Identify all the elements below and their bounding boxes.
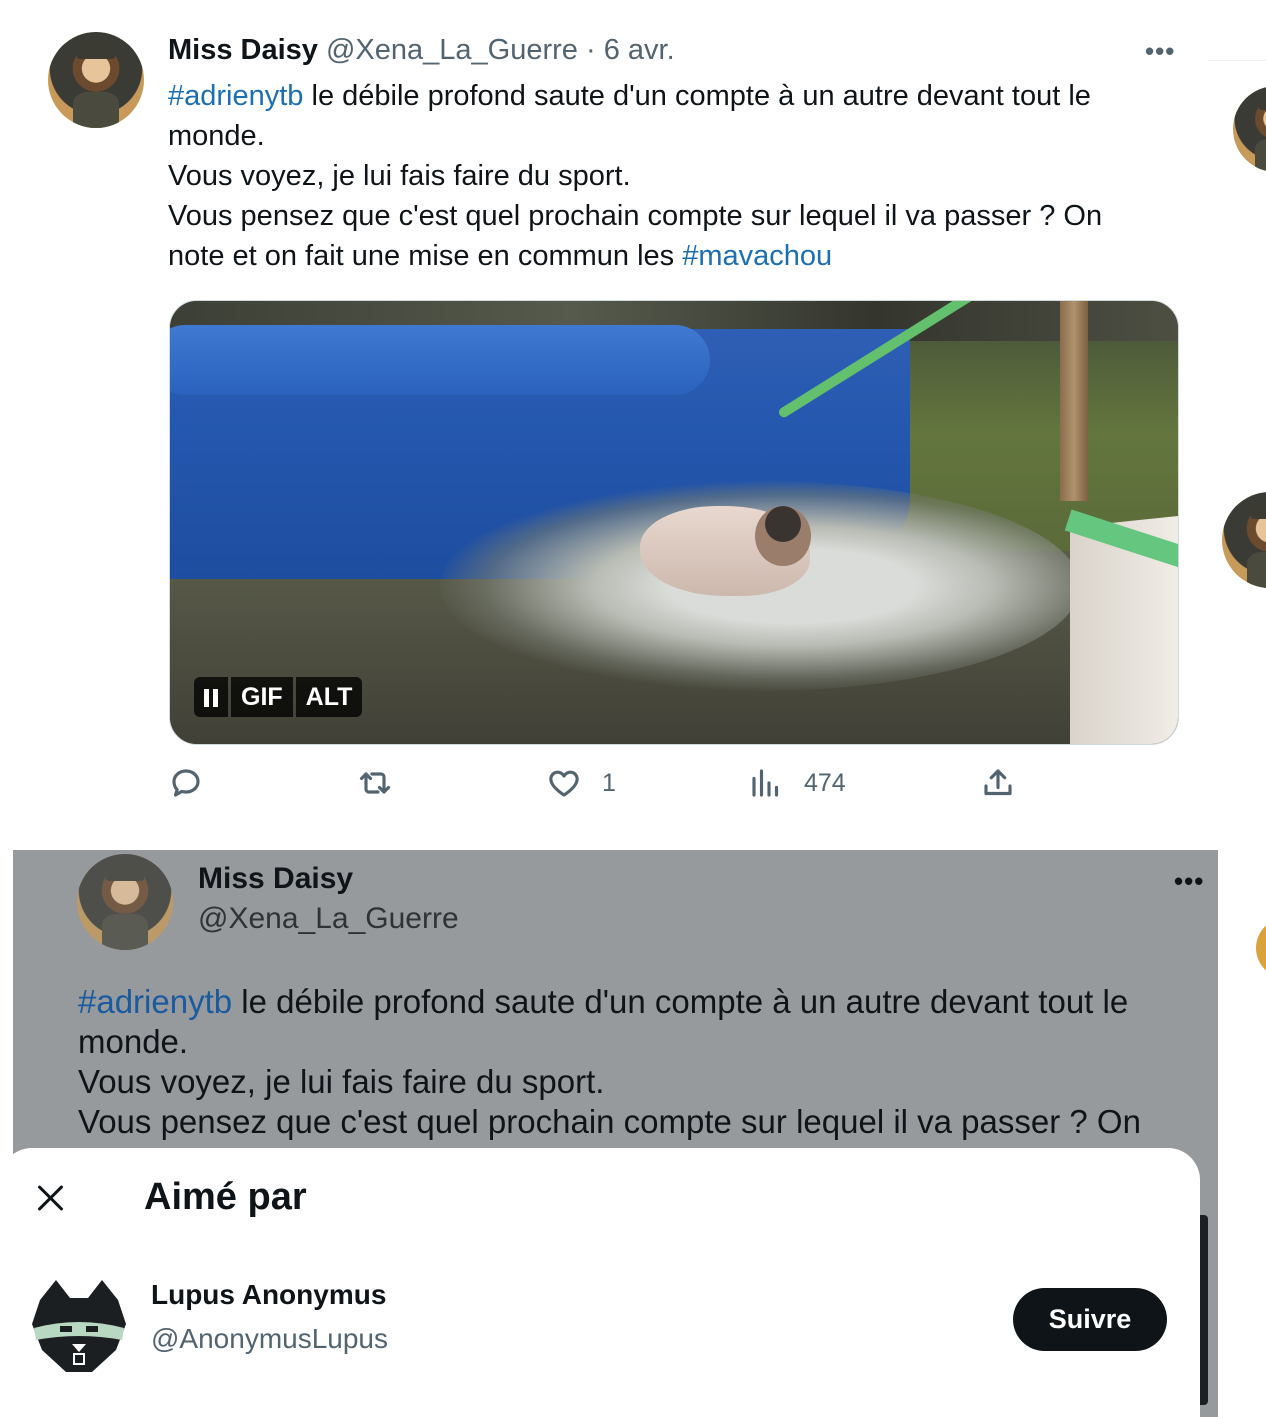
reply-button[interactable] bbox=[168, 765, 204, 801]
pause-icon bbox=[204, 689, 218, 708]
tweet-actions: 1 474 bbox=[0, 765, 1266, 817]
liker-name[interactable]: Lupus Anonymus bbox=[151, 1279, 386, 1311]
heart-icon bbox=[549, 770, 579, 797]
tweet-header: Miss Daisy @Xena_La_Guerre · 6 avr. bbox=[168, 34, 675, 67]
media-person-head bbox=[755, 506, 811, 566]
reply-icon bbox=[172, 769, 200, 797]
tweet-text-line: note et on fait une mise en commun les #… bbox=[168, 236, 1178, 276]
share-button[interactable] bbox=[980, 765, 1016, 801]
text-segment: note et on fait une mise en commun les bbox=[168, 240, 683, 272]
hashtag-link[interactable]: #mavachou bbox=[682, 240, 832, 272]
views-count: 474 bbox=[804, 768, 846, 797]
retweet-button[interactable] bbox=[357, 765, 393, 801]
gif-media[interactable]: GIF ALT bbox=[169, 300, 1179, 745]
close-icon[interactable] bbox=[36, 1183, 66, 1213]
tweet-text-line: Vous voyez, je lui fais faire du sport. bbox=[168, 156, 1178, 196]
quoted-text: #adrienytb le débile profond saute d'un … bbox=[78, 982, 1208, 1142]
hashtag-link: #adrienytb bbox=[78, 983, 233, 1020]
retweet-icon bbox=[359, 772, 391, 794]
like-button[interactable]: 1 bbox=[546, 765, 616, 801]
tweet-text-line: #adrienytb le débile profond saute d'un … bbox=[168, 76, 1178, 116]
divider bbox=[1208, 60, 1266, 61]
hashtag-link[interactable]: #adrienytb bbox=[168, 80, 303, 112]
liker-handle[interactable]: @AnonymusLupus bbox=[151, 1323, 388, 1355]
text-segment: Vous voyez, je lui fais faire du sport. bbox=[78, 1063, 605, 1100]
tweet[interactable]: Miss Daisy @Xena_La_Guerre · 6 avr. ••• … bbox=[0, 0, 1266, 850]
quoted-text-line: monde. bbox=[78, 1022, 1208, 1062]
text-segment: le débile profond saute d'un compte à un… bbox=[303, 80, 1091, 112]
gif-badge: GIF bbox=[231, 677, 293, 717]
media-pool-rim bbox=[170, 325, 710, 395]
follow-button[interactable]: Suivre bbox=[1013, 1288, 1167, 1351]
tweet-text-line: Vous pensez que c'est quel prochain comp… bbox=[168, 196, 1178, 236]
text-segment: Vous voyez, je lui fais faire du sport. bbox=[168, 160, 631, 192]
quoted-text-line: #adrienytb le débile profond saute d'un … bbox=[78, 982, 1208, 1022]
text-segment: monde. bbox=[78, 1023, 189, 1060]
quoted-text-line: Vous voyez, je lui fais faire du sport. bbox=[78, 1062, 1208, 1102]
quoted-author-name: Miss Daisy bbox=[198, 862, 354, 895]
text-segment: Vous pensez que c'est quel prochain comp… bbox=[168, 200, 1103, 232]
quoted-more-icon: ••• bbox=[1174, 866, 1205, 896]
views-icon bbox=[752, 769, 779, 797]
author-avatar[interactable] bbox=[48, 32, 144, 128]
sheet-title: Aimé par bbox=[144, 1176, 307, 1218]
more-options-icon[interactable]: ••• bbox=[1145, 36, 1175, 67]
media-badges: GIF ALT bbox=[194, 677, 363, 717]
author-meta[interactable]: @Xena_La_Guerre · 6 avr. bbox=[326, 34, 675, 66]
text-segment: monde. bbox=[168, 120, 265, 152]
pause-button[interactable] bbox=[194, 677, 228, 717]
author-name[interactable]: Miss Daisy bbox=[168, 34, 318, 66]
text-segment: le débile profond saute d'un compte à un… bbox=[232, 983, 1129, 1020]
share-icon bbox=[984, 769, 1012, 796]
tweet-text-line: monde. bbox=[168, 116, 1178, 156]
like-count: 1 bbox=[602, 768, 616, 797]
text-segment: Vous pensez que c'est quel prochain comp… bbox=[78, 1103, 1141, 1140]
media-post bbox=[1060, 301, 1088, 501]
wolf-avatar-icon[interactable] bbox=[30, 1280, 128, 1374]
views-button[interactable]: 474 bbox=[748, 765, 846, 801]
quoted-author-avatar bbox=[77, 854, 173, 950]
tweet-text: #adrienytb le débile profond saute d'un … bbox=[168, 76, 1178, 276]
quoted-author-handle: @Xena_La_Guerre bbox=[198, 902, 459, 935]
quoted-text-line: Vous pensez que c'est quel prochain comp… bbox=[78, 1102, 1208, 1142]
alt-badge[interactable]: ALT bbox=[295, 677, 363, 717]
